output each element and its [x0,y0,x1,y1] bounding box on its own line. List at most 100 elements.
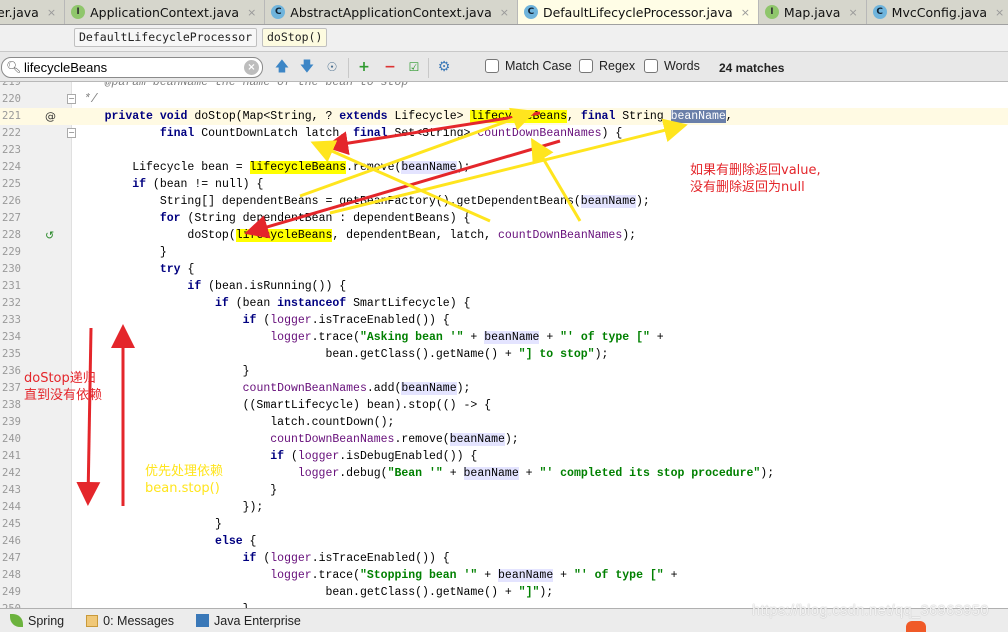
close-icon[interactable]: × [47,6,56,19]
line-number[interactable]: 227 [2,210,24,227]
code-line[interactable]: 224 Lifecycle bean = lifecycleBeans.remo… [0,159,1008,176]
next-occurrence-icon[interactable]: 🡇 [297,57,317,77]
search-icon[interactable]: 🔍︎ [6,60,21,74]
settings-icon[interactable]: ⚙ [434,57,454,77]
code-line[interactable]: 240 countDownBeanNames.remove(beanName); [0,431,1008,448]
close-icon[interactable]: × [995,6,1004,19]
breadcrumb-method[interactable]: doStop() [262,28,328,47]
code-line[interactable]: 248 logger.trace("Stopping bean '" + bea… [0,567,1008,584]
code-editor[interactable]: 219 @param beanName the name of the bean… [0,82,1008,608]
toolbar-separator [428,58,429,78]
line-number[interactable]: 222 [2,125,24,142]
code-line[interactable]: 228 ↺ doStop(lifecycleBeans, dependentBea… [0,227,1008,244]
line-number[interactable]: 228 [2,227,24,244]
fold-icon[interactable]: − [67,128,76,138]
find-all-icon[interactable]: ☉ [322,57,342,77]
code-line[interactable]: 235 bean.getClass().getName() + "] to st… [0,346,1008,363]
line-number[interactable]: 226 [2,193,24,210]
code-line[interactable]: 225 if (bean != null) { [0,176,1008,193]
line-number[interactable]: 232 [2,295,24,312]
search-input[interactable] [24,59,244,76]
code-line[interactable]: 229 } [0,244,1008,261]
line-number[interactable]: 244 [2,499,24,516]
line-number[interactable]: 239 [2,414,24,431]
code-line[interactable]: 223 [0,142,1008,159]
line-number[interactable]: 241 [2,448,24,465]
code-line[interactable]: 247 if (logger.isTraceEnabled()) { [0,550,1008,567]
code-line[interactable]: 222 − final CountDownLatch latch, final S… [0,125,1008,142]
line-number[interactable]: 224 [2,159,24,176]
close-icon[interactable]: × [741,6,750,19]
code-line[interactable]: 244 }); [0,499,1008,516]
annotation-gutter-icon[interactable]: @ [45,108,56,125]
fold-icon[interactable]: − [67,94,76,104]
line-number[interactable]: 238 [2,397,24,414]
java-enterprise-tool-button[interactable]: Java Enterprise [196,614,301,628]
code-line[interactable]: 249 bean.getClass().getName() + "]"); [0,584,1008,601]
line-number[interactable]: 245 [2,516,24,533]
line-number[interactable]: 231 [2,278,24,295]
clear-search-icon[interactable]: × [244,60,259,75]
line-number[interactable]: 250 [2,601,24,608]
line-number[interactable]: 221 [2,108,24,125]
tab-er-java[interactable]: er.java × [0,0,66,24]
tab-map[interactable]: I Map.java × [758,0,867,24]
toolbar-separator [348,58,349,78]
code-line[interactable]: 227 for (String dependentBean : dependen… [0,210,1008,227]
recursive-call-icon[interactable]: ↺ [45,227,54,244]
checkbox-box[interactable] [485,59,499,73]
regex-checkbox[interactable]: Regex [579,59,635,73]
tab-abstract-application-context[interactable]: C AbstractApplicationContext.java × [265,0,518,24]
select-all-icon[interactable]: ☑ [404,57,424,77]
line-number[interactable]: 240 [2,431,24,448]
line-number[interactable]: 235 [2,346,24,363]
line-number[interactable]: 233 [2,312,24,329]
remove-selection-icon[interactable]: − [380,57,400,77]
code-line[interactable]: 232 if (bean instanceof SmartLifecycle) … [0,295,1008,312]
line-number[interactable]: 223 [2,142,24,159]
close-icon[interactable]: × [500,6,509,19]
previous-occurrence-icon[interactable]: 🡅 [272,57,292,77]
code-line[interactable]: 219 @param beanName the name of the bean… [0,82,1008,91]
code-line[interactable]: 236 } [0,363,1008,380]
code-line[interactable]: 246 else { [0,533,1008,550]
line-number[interactable]: 246 [2,533,24,550]
line-number[interactable]: 234 [2,329,24,346]
checkbox-box[interactable] [644,59,658,73]
line-number[interactable]: 237 [2,380,24,397]
code-line[interactable]: 237 countDownBeanNames.add(beanName); [0,380,1008,397]
code-line[interactable]: 221 @ private void doStop(Map<String, ? e… [0,108,1008,125]
code-line[interactable]: 230 try { [0,261,1008,278]
code-line[interactable]: 233 if (logger.isTraceEnabled()) { [0,312,1008,329]
code-line[interactable]: 226 String[] dependentBeans = getBeanFac… [0,193,1008,210]
code-line[interactable]: 231 if (bean.isRunning()) { [0,278,1008,295]
line-number[interactable]: 242 [2,465,24,482]
tab-application-context[interactable]: I ApplicationContext.java × [65,0,266,24]
tab-default-lifecycle-processor[interactable]: C DefaultLifecycleProcessor.java × [517,0,759,24]
line-number[interactable]: 247 [2,550,24,567]
line-number[interactable]: 236 [2,363,24,380]
checkbox-box[interactable] [579,59,593,73]
breadcrumb-class[interactable]: DefaultLifecycleProcessor [74,28,258,47]
words-checkbox[interactable]: Words [644,59,700,73]
line-number[interactable]: 243 [2,482,24,499]
code-line[interactable]: 238 ((SmartLifecycle) bean).stop(() -> { [0,397,1008,414]
code-line[interactable]: 220 − */ [0,91,1008,108]
line-number[interactable]: 219 [2,82,24,91]
line-number[interactable]: 229 [2,244,24,261]
code-line[interactable]: 239 latch.countDown(); [0,414,1008,431]
close-icon[interactable]: × [247,6,256,19]
spring-tool-button[interactable]: Spring [10,614,64,628]
line-number[interactable]: 225 [2,176,24,193]
match-case-checkbox[interactable]: Match Case [485,59,572,73]
add-selection-icon[interactable]: + [354,57,374,77]
line-number[interactable]: 249 [2,584,24,601]
line-number[interactable]: 230 [2,261,24,278]
line-number[interactable]: 248 [2,567,24,584]
code-line[interactable]: 245 } [0,516,1008,533]
tab-mvc-config[interactable]: C MvcConfig.java × [866,0,1008,24]
close-icon[interactable]: × [848,6,857,19]
code-line[interactable]: 234 logger.trace("Asking bean '" + beanN… [0,329,1008,346]
messages-tool-button[interactable]: 0: Messages [86,614,174,628]
line-number[interactable]: 220 [2,91,24,108]
